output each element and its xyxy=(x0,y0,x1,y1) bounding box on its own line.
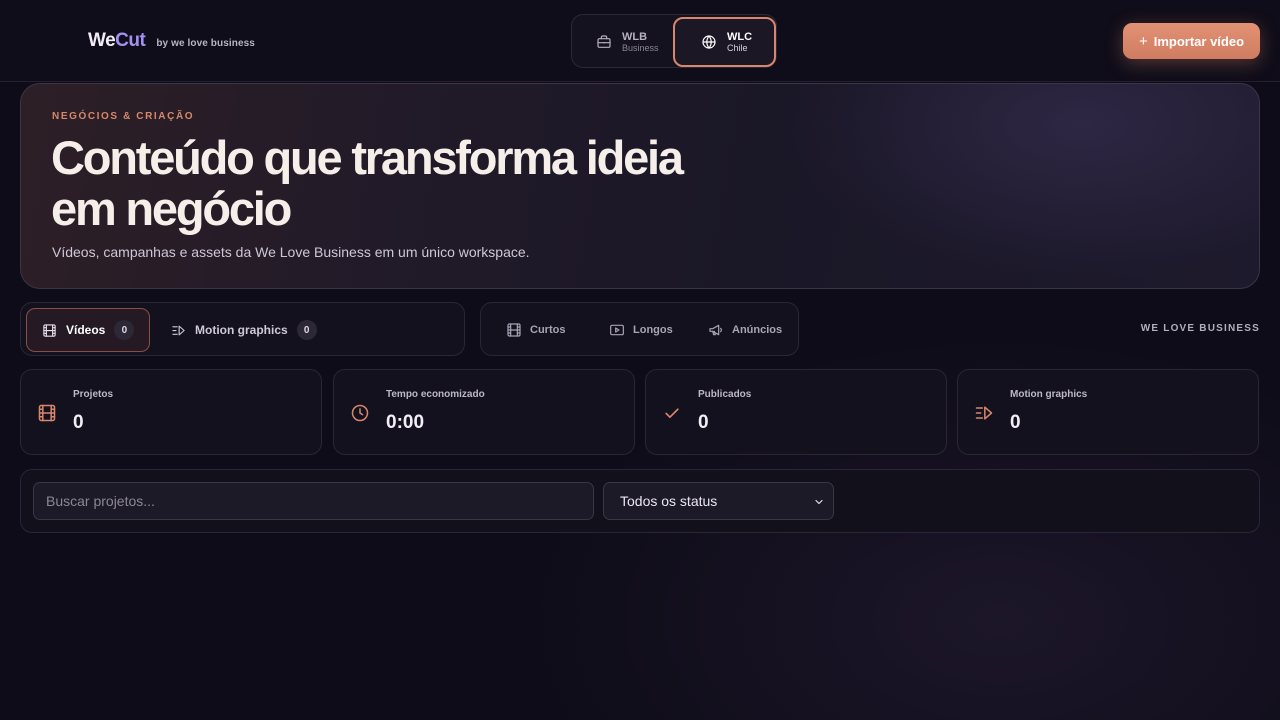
stat-label: Publicados xyxy=(698,389,752,400)
film-icon xyxy=(38,404,56,422)
workspace-text: WLB Business xyxy=(622,31,659,54)
briefcase-icon xyxy=(597,35,611,48)
stat-value: 0 xyxy=(1010,412,1021,433)
hero-subtitle: Vídeos, campanhas e assets da We Love Bu… xyxy=(52,244,530,260)
tab-label: Vídeos xyxy=(66,323,106,337)
stat-card-publicados: Publicados 0 xyxy=(645,369,947,455)
import-video-label: Importar vídeo xyxy=(1153,33,1245,49)
globe-icon xyxy=(702,35,716,49)
film-icon xyxy=(43,323,56,337)
play-icon xyxy=(610,324,624,336)
workspace-sub: Business xyxy=(622,43,659,54)
hero-title-line1: Conteúdo que transforma ideia xyxy=(51,131,684,184)
stat-label: Motion graphics xyxy=(1010,389,1088,400)
film-icon xyxy=(507,323,521,337)
plus-icon: + xyxy=(1138,32,1148,50)
subtab-label: Longos xyxy=(633,324,673,336)
clock-icon xyxy=(351,404,369,422)
megaphone-icon xyxy=(709,324,722,336)
subtab-label: Anúncios xyxy=(732,324,783,336)
motion-icon xyxy=(975,406,993,420)
brand-tagline: by we love business xyxy=(156,38,255,49)
hero-banner: NEGÓCIOS & CRIAÇÃO Conteúdo que transfor… xyxy=(20,83,1260,289)
workspace-option-wlc[interactable]: WLC Chile xyxy=(673,17,776,67)
workspace-option-wlb[interactable]: WLB Business xyxy=(574,17,674,67)
brand-label-right: WE LOVE BUSINESS xyxy=(1140,323,1260,334)
tab-label: Motion graphics xyxy=(195,323,288,337)
logo-cut: Cut xyxy=(115,30,146,51)
motion-icon xyxy=(172,325,185,335)
stat-label: Projetos xyxy=(73,389,114,400)
count-badge: 0 xyxy=(296,320,317,340)
filter-bar: Todos os status xyxy=(20,469,1260,533)
top-bar: WeCut by we love business WLB Business W… xyxy=(0,0,1280,82)
check-icon xyxy=(665,408,679,418)
brand[interactable]: WeCut by we love business xyxy=(88,30,255,52)
stat-label: Tempo economizado xyxy=(386,389,485,400)
hero-title-line2: em negócio xyxy=(51,182,292,235)
chevron-down-icon xyxy=(815,499,823,505)
hero-title: Conteúdo que transforma ideia em negócio xyxy=(51,132,811,234)
workspace-text: WLC Chile xyxy=(727,31,752,54)
subtab-anuncios[interactable]: Anúncios xyxy=(708,315,782,345)
subtab-label: Curtos xyxy=(530,324,566,336)
workspace-sub: Chile xyxy=(727,43,748,54)
logo-we: We xyxy=(88,30,116,51)
subtab-longos[interactable]: Longos xyxy=(609,315,673,345)
workspace-code: WLB xyxy=(622,30,648,43)
stat-card-projetos: Projetos 0 xyxy=(20,369,322,455)
workspace-switcher: WLB Business WLC Chile xyxy=(571,14,777,68)
stat-card-tempo-economizado: Tempo economizado 0:00 xyxy=(333,369,635,455)
brand-logo: WeCut xyxy=(88,30,146,52)
count-badge: 0 xyxy=(114,320,135,340)
tab-videos[interactable]: Vídeos 0 xyxy=(26,308,150,352)
tab-motion-graphics[interactable]: Motion graphics 0 xyxy=(156,308,326,352)
stat-value: 0:00 xyxy=(386,412,425,433)
content-type-tabs: Vídeos 0 Motion graphics 0 xyxy=(20,302,465,356)
stat-value: 0 xyxy=(698,412,709,433)
search-input[interactable] xyxy=(33,482,594,520)
workspace-code: WLC xyxy=(727,30,753,43)
import-video-button[interactable]: + Importar vídeo xyxy=(1123,23,1260,59)
status-select[interactable]: Todos os status xyxy=(603,482,834,520)
stat-card-motion-graphics: Motion graphics 0 xyxy=(957,369,1259,455)
hero-eyebrow: NEGÓCIOS & CRIAÇÃO xyxy=(52,111,195,122)
subtab-curtos[interactable]: Curtos xyxy=(506,315,565,345)
format-filter-tabs: Curtos Longos Anúncios xyxy=(480,302,799,356)
stat-value: 0 xyxy=(73,412,84,433)
status-select-value: Todos os status xyxy=(620,493,718,509)
